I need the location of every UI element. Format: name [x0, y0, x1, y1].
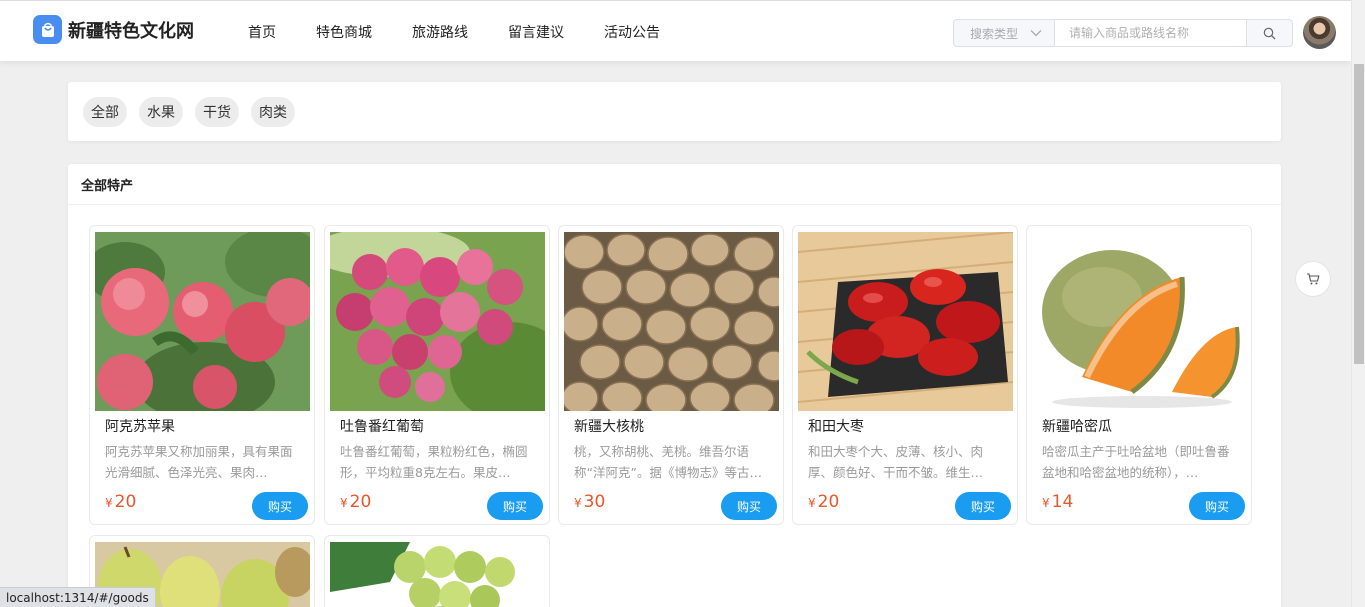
- category-dried-goods[interactable]: 干货: [195, 96, 239, 127]
- product-image[interactable]: [95, 232, 310, 411]
- nav-travel-routes[interactable]: 旅游路线: [412, 22, 468, 42]
- product-price: ¥14: [1042, 492, 1073, 512]
- search-button[interactable]: [1247, 19, 1293, 47]
- nav-announcements[interactable]: 活动公告: [604, 22, 660, 42]
- buy-button[interactable]: 购买: [252, 492, 308, 520]
- site-logo[interactable]: 新疆特色文化网: [33, 15, 194, 44]
- product-card[interactable]: 新疆大核桃 桃，又称胡桃、羌桃。维吾尔语称“洋阿克”。据《博物志》等古… ¥30…: [558, 225, 784, 525]
- product-image[interactable]: [798, 232, 1013, 411]
- product-description: 吐鲁番红葡萄，果粒粉红色，椭圆形，平均粒重8克左右。果皮…: [340, 444, 528, 480]
- product-price: ¥20: [105, 492, 136, 512]
- product-name: 新疆哈密瓜: [1042, 419, 1112, 435]
- product-name: 和田大枣: [808, 419, 864, 435]
- user-avatar[interactable]: [1303, 16, 1336, 49]
- products-panel: 全部特产 阿克苏苹果 阿克苏苹果又称加丽果，具有果面光滑细腻、色泽光亮、果肉… …: [68, 164, 1281, 607]
- product-card[interactable]: 阿克苏苹果 阿克苏苹果又称加丽果，具有果面光滑细腻、色泽光亮、果肉… ¥20 购…: [89, 225, 315, 525]
- nav-home[interactable]: 首页: [248, 22, 276, 42]
- shopping-bag-icon: [33, 15, 62, 44]
- price-value: 20: [349, 492, 372, 512]
- product-image[interactable]: [330, 232, 545, 411]
- cart-icon: [1307, 273, 1320, 285]
- buy-button[interactable]: 购买: [487, 492, 543, 520]
- chevron-down-icon: [1030, 30, 1042, 37]
- nav-mall[interactable]: 特色商城: [316, 22, 372, 42]
- product-price: ¥30: [574, 492, 605, 512]
- currency-symbol: ¥: [808, 496, 816, 510]
- product-name: 吐鲁番红葡萄: [340, 419, 424, 435]
- product-description: 桃，又称胡桃、羌桃。维吾尔语称“洋阿克”。据《博物志》等古…: [574, 444, 762, 480]
- floating-cart-button[interactable]: [1295, 261, 1331, 297]
- buy-button[interactable]: 购买: [1189, 492, 1245, 520]
- product-card[interactable]: 新疆哈密瓜 哈密瓜主产于吐哈盆地（即吐鲁番盆地和哈密盆地的统称），… ¥14 购…: [1026, 225, 1252, 525]
- main-nav: 首页 特色商城 旅游路线 留言建议 活动公告: [248, 1, 700, 62]
- section-title: 全部特产: [68, 164, 1281, 205]
- category-fruit[interactable]: 水果: [139, 96, 183, 127]
- price-value: 20: [817, 492, 840, 512]
- search-bar: 搜索类型: [953, 19, 1293, 47]
- product-image[interactable]: [564, 232, 779, 411]
- currency-symbol: ¥: [574, 496, 582, 510]
- currency-symbol: ¥: [340, 496, 348, 510]
- category-all[interactable]: 全部: [83, 96, 127, 127]
- currency-symbol: ¥: [1042, 496, 1050, 510]
- product-price: ¥20: [340, 492, 371, 512]
- status-bar-url: localhost:1314/#/goods: [0, 587, 156, 607]
- buy-button[interactable]: 购买: [721, 492, 777, 520]
- currency-symbol: ¥: [105, 496, 113, 510]
- site-title: 新疆特色文化网: [68, 20, 194, 42]
- page-scrollbar[interactable]: [1351, 0, 1365, 607]
- price-value: 30: [583, 492, 606, 512]
- product-card[interactable]: 和田大枣 和田大枣个大、皮薄、核小、肉厚、颜色好、干而不皱。维生… ¥20 购买: [792, 225, 1018, 525]
- product-description: 和田大枣个大、皮薄、核小、肉厚、颜色好、干而不皱。维生…: [808, 444, 984, 480]
- top-header: 新疆特色文化网 首页 特色商城 旅游路线 留言建议 活动公告 搜索类型: [0, 0, 1351, 61]
- nav-feedback[interactable]: 留言建议: [508, 22, 564, 42]
- category-meat[interactable]: 肉类: [251, 96, 295, 127]
- product-price: ¥20: [808, 492, 839, 512]
- search-type-label: 搜索类型: [970, 26, 1019, 41]
- buy-button[interactable]: 购买: [955, 492, 1011, 520]
- category-filter: 全部 水果 干货 肉类: [68, 82, 1281, 141]
- product-card[interactable]: 吐鲁番红葡萄 吐鲁番红葡萄，果粒粉红色，椭圆形，平均粒重8克左右。果皮… ¥20…: [324, 225, 550, 525]
- price-value: 14: [1051, 492, 1074, 512]
- scrollbar-thumb[interactable]: [1354, 64, 1364, 364]
- product-description: 哈密瓜主产于吐哈盆地（即吐鲁番盆地和哈密盆地的统称），…: [1042, 444, 1230, 480]
- search-input[interactable]: [1055, 19, 1247, 47]
- search-type-select[interactable]: 搜索类型: [953, 19, 1055, 47]
- product-image[interactable]: [1032, 232, 1247, 411]
- product-name: 新疆大核桃: [574, 419, 644, 435]
- product-description: 阿克苏苹果又称加丽果，具有果面光滑细腻、色泽光亮、果肉…: [105, 444, 293, 480]
- product-name: 阿克苏苹果: [105, 419, 175, 435]
- price-value: 20: [114, 492, 137, 512]
- product-card[interactable]: [324, 535, 550, 607]
- product-image[interactable]: [330, 542, 545, 607]
- search-icon: [1263, 27, 1276, 39]
